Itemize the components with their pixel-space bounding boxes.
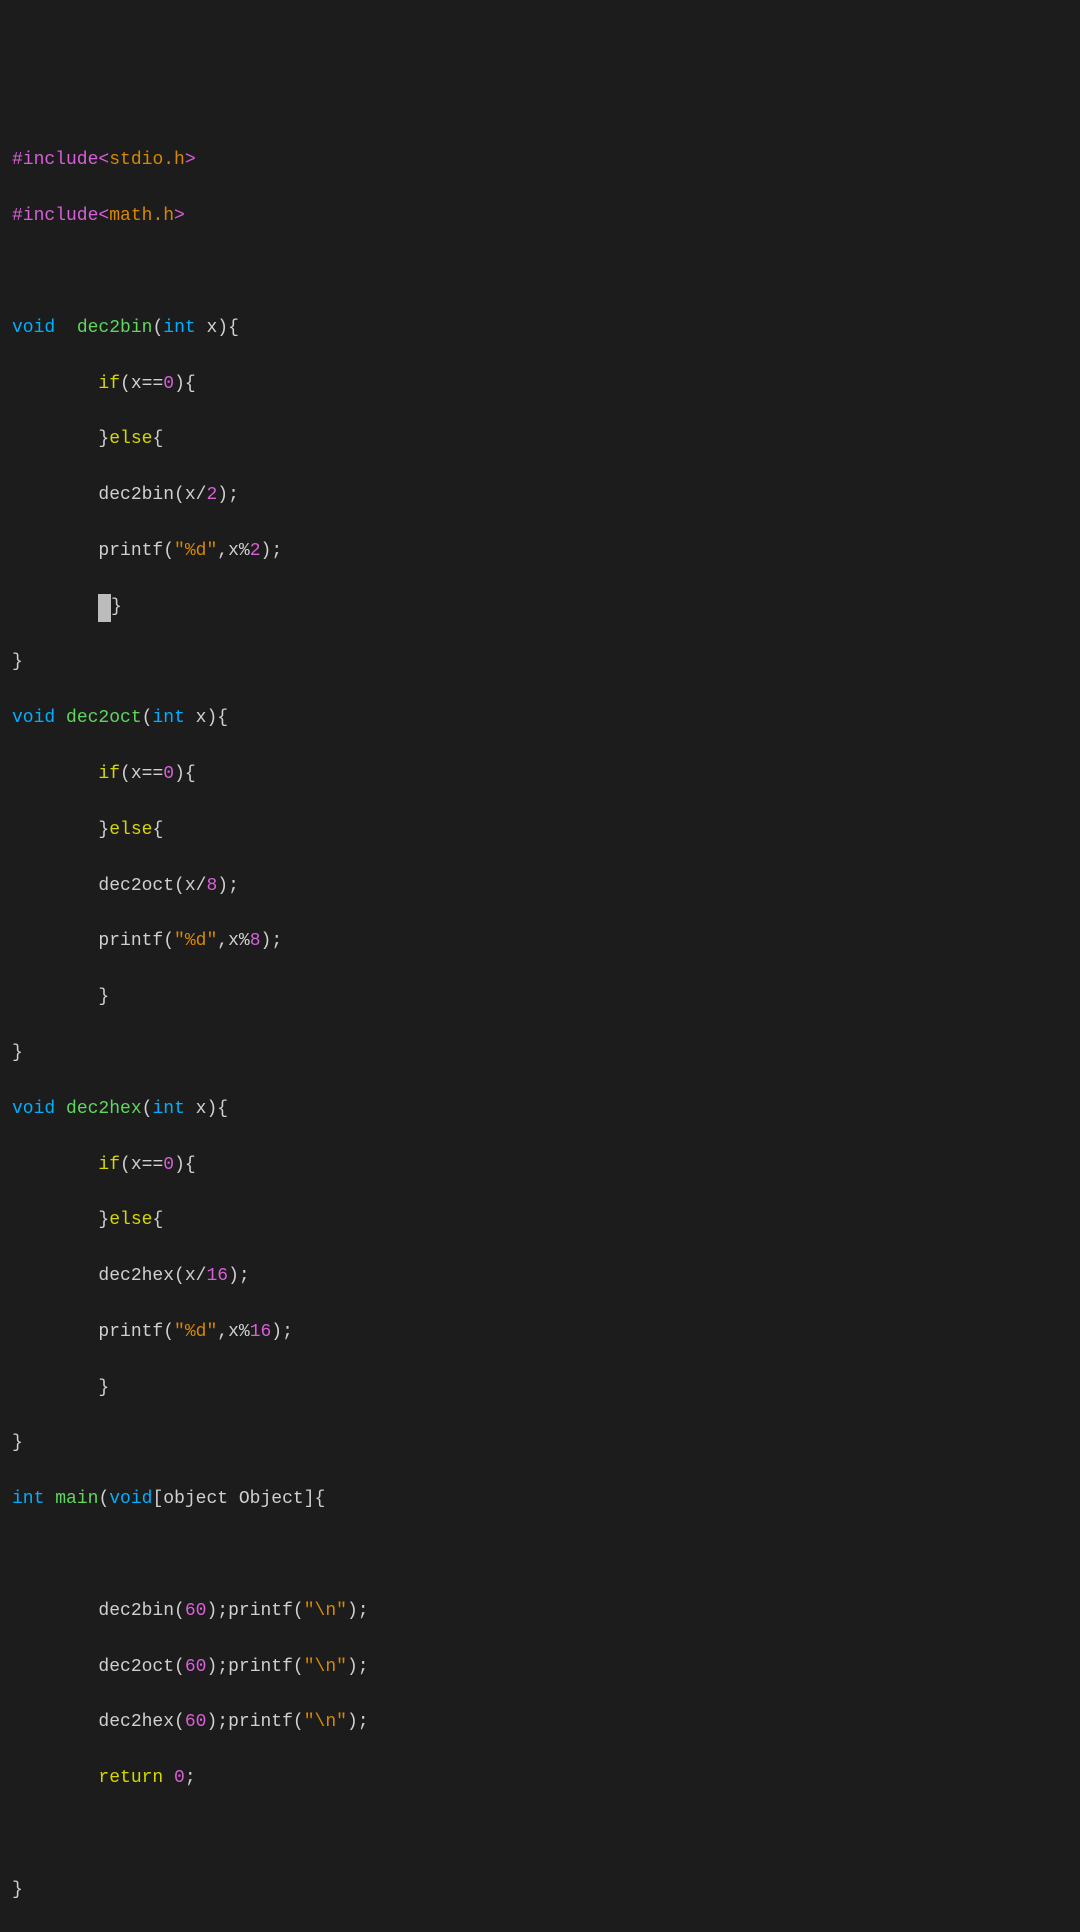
code-line: if(x==0){ xyxy=(12,371,1068,399)
code-line: printf("%d",x%16); xyxy=(12,1319,1068,1347)
header-name: math.h xyxy=(109,206,174,226)
number-literal: 0 xyxy=(163,764,174,784)
code-line: return 0; xyxy=(12,1765,1068,1793)
code-line: } xyxy=(12,984,1068,1012)
function-call: printf xyxy=(98,1322,163,1342)
function-name: main xyxy=(55,1489,98,1509)
code-line: dec2bin(60);printf("\n"); xyxy=(12,1598,1068,1626)
function-call: printf xyxy=(228,1712,293,1732)
number-literal: 60 xyxy=(185,1601,207,1621)
number-literal: 8 xyxy=(250,931,261,951)
string-literal: "\n" xyxy=(304,1712,347,1732)
function-call: dec2hex xyxy=(98,1712,174,1732)
code-line: } xyxy=(12,1375,1068,1403)
code-line: } xyxy=(12,649,1068,677)
if-keyword: if xyxy=(98,1155,120,1175)
function-call: printf xyxy=(98,931,163,951)
function-name: dec2bin xyxy=(77,318,153,338)
type-keyword: void xyxy=(12,1099,55,1119)
string-literal: "\n" xyxy=(304,1601,347,1621)
string-literal: "%d" xyxy=(174,541,217,561)
code-line: } xyxy=(12,1040,1068,1068)
number-literal: 0 xyxy=(174,1768,185,1788)
preproc-include: #include xyxy=(12,150,98,170)
code-line xyxy=(12,1821,1068,1849)
function-call: dec2oct xyxy=(98,1657,174,1677)
if-keyword: if xyxy=(98,374,120,394)
number-literal: 2 xyxy=(206,485,217,505)
code-line: printf("%d",x%8); xyxy=(12,928,1068,956)
cursor xyxy=(98,594,111,622)
code-line xyxy=(12,1542,1068,1570)
function-call: printf xyxy=(98,541,163,561)
string-literal: "\n" xyxy=(304,1657,347,1677)
type-keyword: void xyxy=(12,318,55,338)
code-line: }else{ xyxy=(12,817,1068,845)
code-line xyxy=(12,259,1068,287)
number-literal: 60 xyxy=(185,1712,207,1732)
code-line: #include<stdio.h> xyxy=(12,147,1068,175)
code-editor[interactable]: #include<stdio.h> #include<math.h> void … xyxy=(12,120,1068,1932)
code-line: if(x==0){ xyxy=(12,1152,1068,1180)
type-keyword: int xyxy=(152,708,184,728)
string-literal: "%d" xyxy=(174,1322,217,1342)
type-keyword: int xyxy=(12,1489,44,1509)
function-name: dec2oct xyxy=(66,708,142,728)
code-line: dec2bin(x/2); xyxy=(12,482,1068,510)
function-name: dec2hex xyxy=(66,1099,142,1119)
number-literal: 0 xyxy=(163,1155,174,1175)
code-line: printf("%d",x%2); xyxy=(12,538,1068,566)
type-keyword: void xyxy=(12,708,55,728)
number-literal: 2 xyxy=(250,541,261,561)
number-literal: 8 xyxy=(206,876,217,896)
code-line: }else{ xyxy=(12,426,1068,454)
code-line: int main(void[object Object]{ xyxy=(12,1486,1068,1514)
number-literal: 16 xyxy=(206,1266,228,1286)
code-line: } xyxy=(12,594,1068,622)
number-literal: 60 xyxy=(185,1657,207,1677)
code-line: void dec2bin(int x){ xyxy=(12,315,1068,343)
type-keyword: int xyxy=(163,318,195,338)
number-literal: 0 xyxy=(163,374,174,394)
code-line: #include<math.h> xyxy=(12,203,1068,231)
code-line: dec2hex(60);printf("\n"); xyxy=(12,1709,1068,1737)
string-literal: "%d" xyxy=(174,931,217,951)
else-keyword: else xyxy=(109,429,152,449)
function-call: dec2hex xyxy=(98,1266,174,1286)
code-line: }else{ xyxy=(12,1207,1068,1235)
function-call: dec2bin xyxy=(98,1601,174,1621)
type-keyword: void xyxy=(109,1489,152,1509)
code-line: dec2oct(60);printf("\n"); xyxy=(12,1654,1068,1682)
code-line: if(x==0){ xyxy=(12,761,1068,789)
function-call: dec2oct xyxy=(98,876,174,896)
code-line: void dec2hex(int x){ xyxy=(12,1096,1068,1124)
function-call: printf xyxy=(228,1657,293,1677)
code-line: dec2hex(x/16); xyxy=(12,1263,1068,1291)
return-keyword: return xyxy=(98,1768,163,1788)
header-name: stdio.h xyxy=(109,150,185,170)
number-literal: 16 xyxy=(250,1322,272,1342)
code-line: } xyxy=(12,1877,1068,1905)
code-line: } xyxy=(12,1430,1068,1458)
code-line: void dec2oct(int x){ xyxy=(12,705,1068,733)
else-keyword: else xyxy=(109,1210,152,1230)
code-line: dec2oct(x/8); xyxy=(12,873,1068,901)
if-keyword: if xyxy=(98,764,120,784)
type-keyword: int xyxy=(152,1099,184,1119)
else-keyword: else xyxy=(109,820,152,840)
function-call: printf xyxy=(228,1601,293,1621)
preproc-include: #include xyxy=(12,206,98,226)
function-call: dec2bin xyxy=(98,485,174,505)
